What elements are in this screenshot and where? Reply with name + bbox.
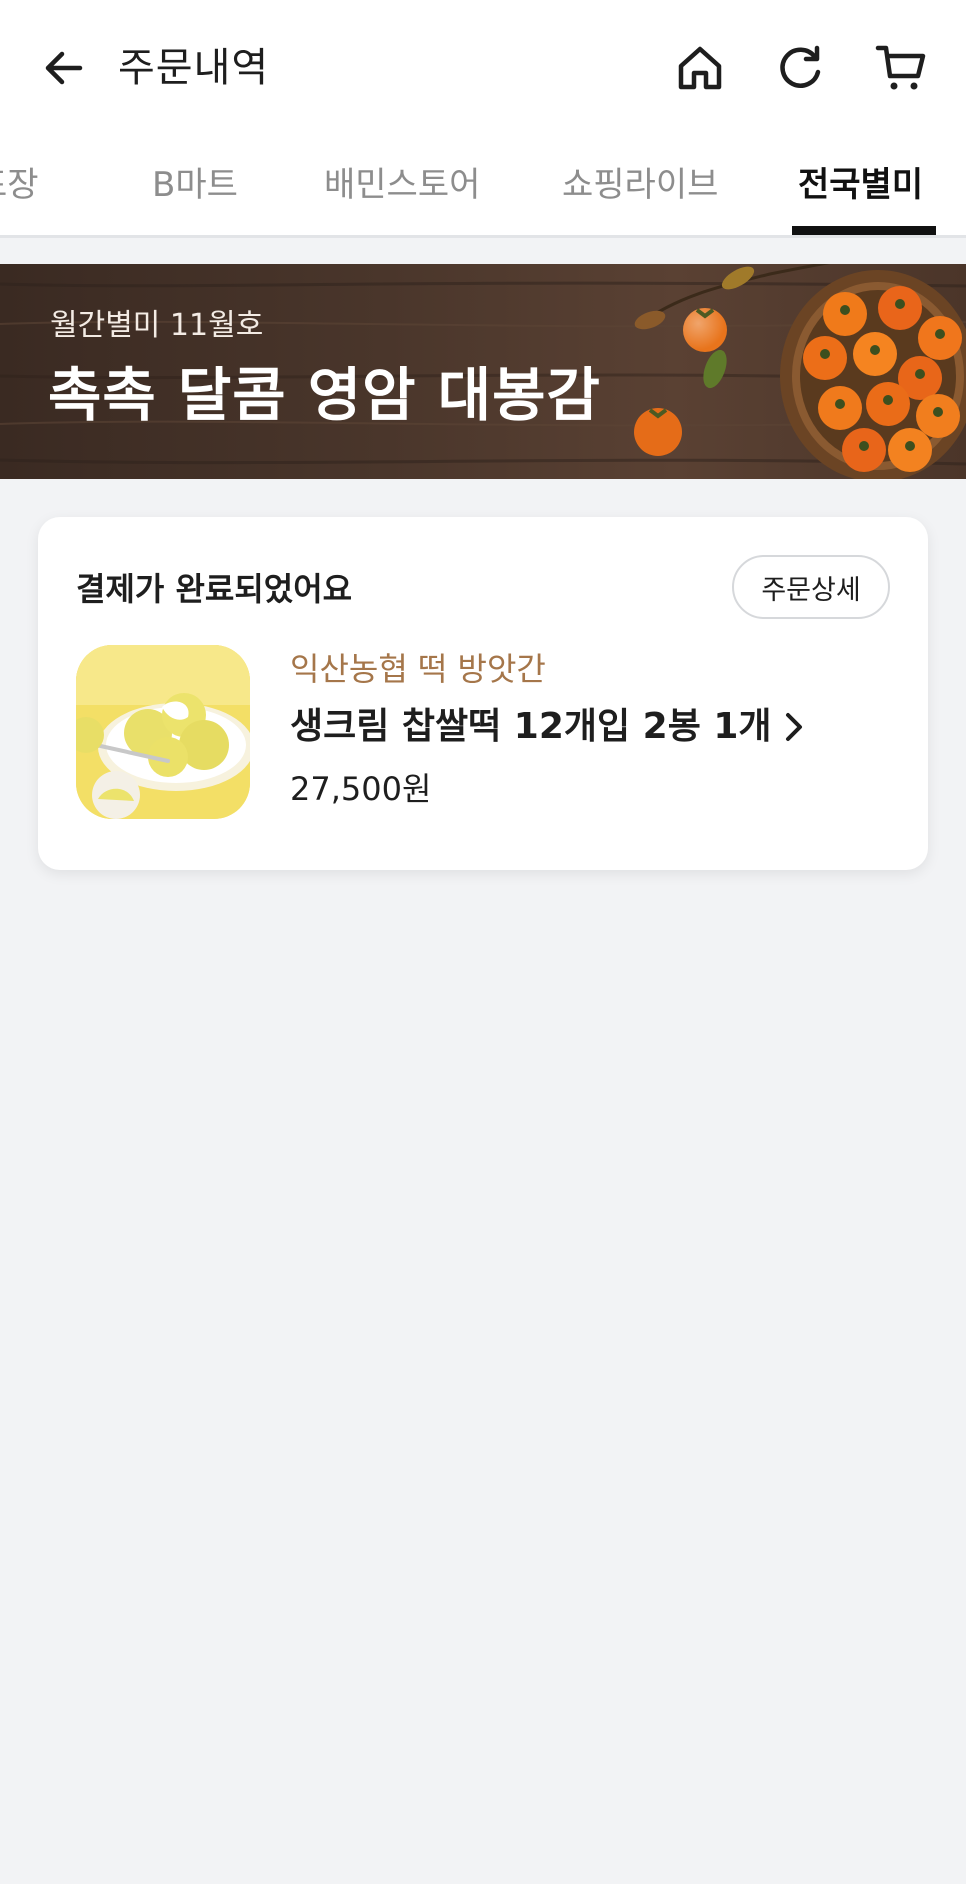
home-button[interactable] xyxy=(668,36,732,100)
tab-shopping-live[interactable]: 쇼핑라이브 xyxy=(562,160,718,235)
refresh-icon xyxy=(780,45,821,88)
order-status: 결제가 완료되었어요 xyxy=(76,570,353,608)
tab-bmart[interactable]: B마트 xyxy=(152,160,238,235)
cart-button[interactable] xyxy=(870,36,934,100)
product-thumbnail[interactable] xyxy=(76,645,250,819)
product-link[interactable]: 생크림 찹쌀떡 12개입 2봉 1개 xyxy=(290,703,806,751)
persimmon-basket-image xyxy=(634,264,966,479)
rice-cake-image xyxy=(76,645,250,819)
tab-baemin-store[interactable]: 배민스토어 xyxy=(324,160,480,235)
tab-pickup[interactable]: 포장 xyxy=(0,160,39,235)
chevron-right-icon xyxy=(782,710,806,744)
cart-icon xyxy=(875,45,926,90)
store-name[interactable]: 익산농협 떡 방앗간 xyxy=(290,647,546,691)
order-card: 결제가 완료되었어요 주문상세 익산농협 떡 방앗간 생크림 찹쌀떡 12개입 … xyxy=(38,517,928,870)
order-detail-button[interactable]: 주문상세 xyxy=(732,555,890,619)
product-price: 27,500원 xyxy=(290,770,432,808)
back-button[interactable] xyxy=(32,36,96,100)
arrow-left-icon xyxy=(45,51,83,85)
promo-banner[interactable]: 월간별미 11월호 촉촉 달콤 영암 대봉감 xyxy=(0,264,966,479)
app-header: 주문내역 xyxy=(0,0,966,136)
page-title: 주문내역 xyxy=(118,45,270,91)
product-name: 생크림 찹쌀떡 12개입 2봉 1개 xyxy=(290,706,772,747)
banner-subtitle: 월간별미 11월호 xyxy=(50,308,264,343)
home-icon xyxy=(678,46,722,90)
refresh-button[interactable] xyxy=(768,36,832,100)
active-tab-indicator xyxy=(792,226,936,235)
banner-title: 촉촉 달콤 영암 대봉감 xyxy=(48,361,601,429)
category-tab-bar: 포장 B마트 배민스토어 쇼핑라이브 전국별미 xyxy=(0,136,966,238)
